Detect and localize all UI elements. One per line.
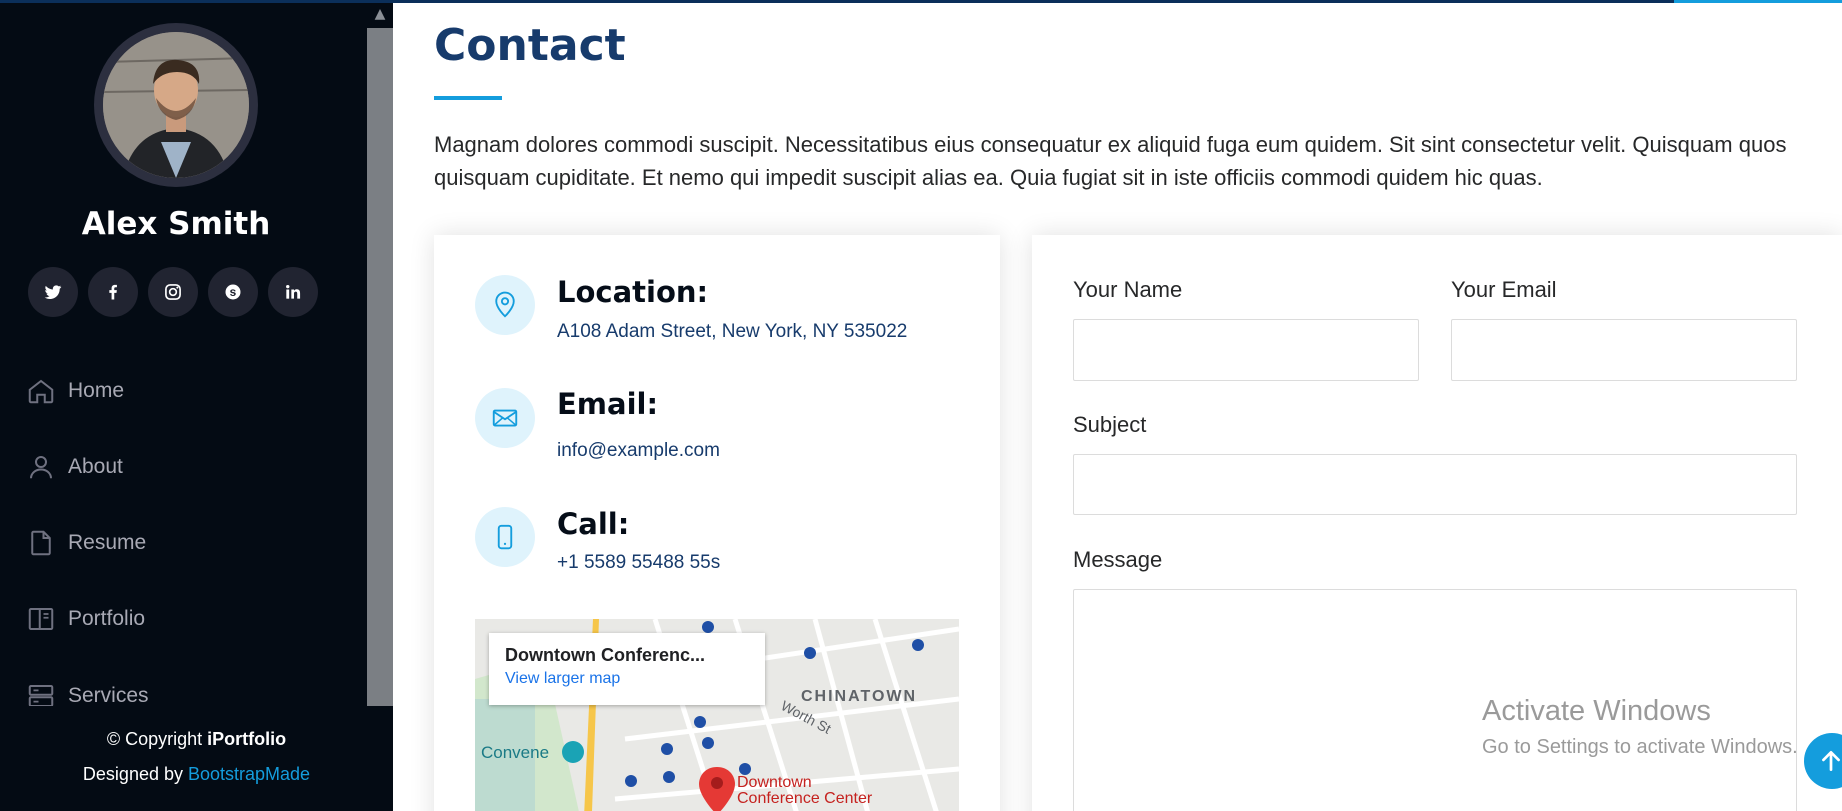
map-label-pin: Downtown Conference Center bbox=[737, 774, 873, 807]
map-place-title: Downtown Conferenc... bbox=[505, 645, 705, 665]
main-content: Contact Magnam dolores commodi suscipit.… bbox=[393, 0, 1842, 811]
subject-input[interactable] bbox=[1073, 454, 1797, 515]
person-icon bbox=[30, 456, 52, 479]
phone-icon-circle bbox=[475, 507, 535, 567]
sidebar-footer: © Copyright iPortfolio Designed by Boots… bbox=[0, 722, 393, 792]
contact-info-card: Location: A108 Adam Street, New York, NY… bbox=[434, 235, 1000, 811]
linkedin-icon bbox=[286, 285, 301, 299]
nav-item-home[interactable]: Home bbox=[26, 371, 326, 411]
designer-link[interactable]: BootstrapMade bbox=[188, 764, 310, 784]
map-pin-icon bbox=[495, 291, 515, 318]
name-label: Your Name bbox=[1073, 277, 1183, 302]
embedded-map[interactable]: Downtown Conferenc... View larger map CH… bbox=[475, 619, 959, 811]
contact-form: Your Name Your Email Subject Message bbox=[1032, 235, 1842, 811]
phone-icon bbox=[497, 524, 513, 550]
nav-label: Home bbox=[68, 379, 125, 402]
arrow-up-icon bbox=[1822, 750, 1840, 772]
scroll-progress-accent bbox=[1674, 0, 1842, 3]
facebook-link[interactable] bbox=[88, 267, 138, 317]
map-label-convene: Convene bbox=[481, 743, 550, 762]
nav-label: Services bbox=[68, 684, 149, 706]
nav-item-services[interactable]: Services bbox=[26, 676, 326, 706]
twitter-icon bbox=[44, 285, 62, 299]
nav-label: Resume bbox=[68, 531, 147, 554]
map-place-card: Downtown Conferenc... View larger map bbox=[489, 633, 765, 705]
call-title: Call: bbox=[557, 507, 630, 541]
location-icon-circle bbox=[475, 275, 535, 335]
name-input[interactable] bbox=[1073, 319, 1419, 381]
page-title: Contact bbox=[434, 20, 626, 71]
message-label: Message bbox=[1073, 547, 1163, 572]
nav-label: About bbox=[68, 455, 123, 478]
sidebar-scroll-area: Alex Smith Home About Resume Portfolio S… bbox=[0, 0, 367, 706]
brand-name: iPortfolio bbox=[207, 729, 287, 749]
skype-icon bbox=[225, 284, 241, 300]
sidebar-scrollbar[interactable]: ▲ bbox=[367, 0, 393, 706]
envelope-icon bbox=[492, 409, 518, 427]
title-underline bbox=[434, 96, 502, 100]
avatar-ring bbox=[94, 23, 258, 187]
avatar bbox=[103, 32, 249, 178]
file-icon bbox=[31, 530, 51, 556]
credits-line: Designed by BootstrapMade bbox=[82, 764, 311, 784]
nav-item-resume[interactable]: Resume bbox=[26, 523, 326, 563]
nav-item-about[interactable]: About bbox=[26, 447, 326, 487]
scroll-thumb[interactable] bbox=[367, 28, 393, 706]
email-input[interactable] bbox=[1451, 319, 1797, 381]
email-label: Your Email bbox=[1451, 277, 1557, 302]
scroll-up-arrow-icon[interactable]: ▲ bbox=[367, 2, 393, 26]
map-label-chinatown: CHINATOWN bbox=[801, 688, 918, 705]
activate-windows-title: Activate Windows bbox=[1482, 695, 1711, 727]
email-icon-circle bbox=[475, 388, 535, 448]
email-title: Email: bbox=[557, 387, 659, 421]
instagram-icon bbox=[165, 284, 181, 300]
activate-windows-subtitle: Go to Settings to activate Windows. bbox=[1482, 736, 1798, 758]
server-icon bbox=[28, 685, 54, 706]
intro-text: Magnam dolores commodi suscipit. Necessi… bbox=[434, 132, 1787, 190]
location-title: Location: bbox=[557, 275, 709, 309]
twitter-link[interactable] bbox=[28, 267, 78, 317]
scroll-progress-line bbox=[0, 0, 1674, 3]
instagram-link[interactable] bbox=[148, 267, 198, 317]
subject-label: Subject bbox=[1073, 412, 1147, 437]
book-icon bbox=[28, 608, 54, 630]
view-larger-map-link[interactable]: View larger map bbox=[505, 670, 749, 688]
profile-name: Alex Smith bbox=[81, 206, 271, 242]
email-text[interactable]: info@example.com bbox=[557, 440, 720, 462]
location-text: A108 Adam Street, New York, NY 535022 bbox=[557, 321, 908, 342]
sidebar: Alex Smith Home About Resume Portfolio S… bbox=[0, 0, 393, 811]
nav-item-portfolio[interactable]: Portfolio bbox=[26, 599, 326, 639]
linkedin-link[interactable] bbox=[268, 267, 318, 317]
call-text[interactable]: +1 5589 55488 55s bbox=[557, 552, 720, 574]
copyright-line: © Copyright iPortfolio bbox=[106, 729, 287, 749]
nav-label: Portfolio bbox=[68, 607, 146, 630]
home-icon bbox=[28, 379, 54, 404]
skype-link[interactable] bbox=[208, 267, 258, 317]
facebook-icon bbox=[109, 284, 117, 300]
